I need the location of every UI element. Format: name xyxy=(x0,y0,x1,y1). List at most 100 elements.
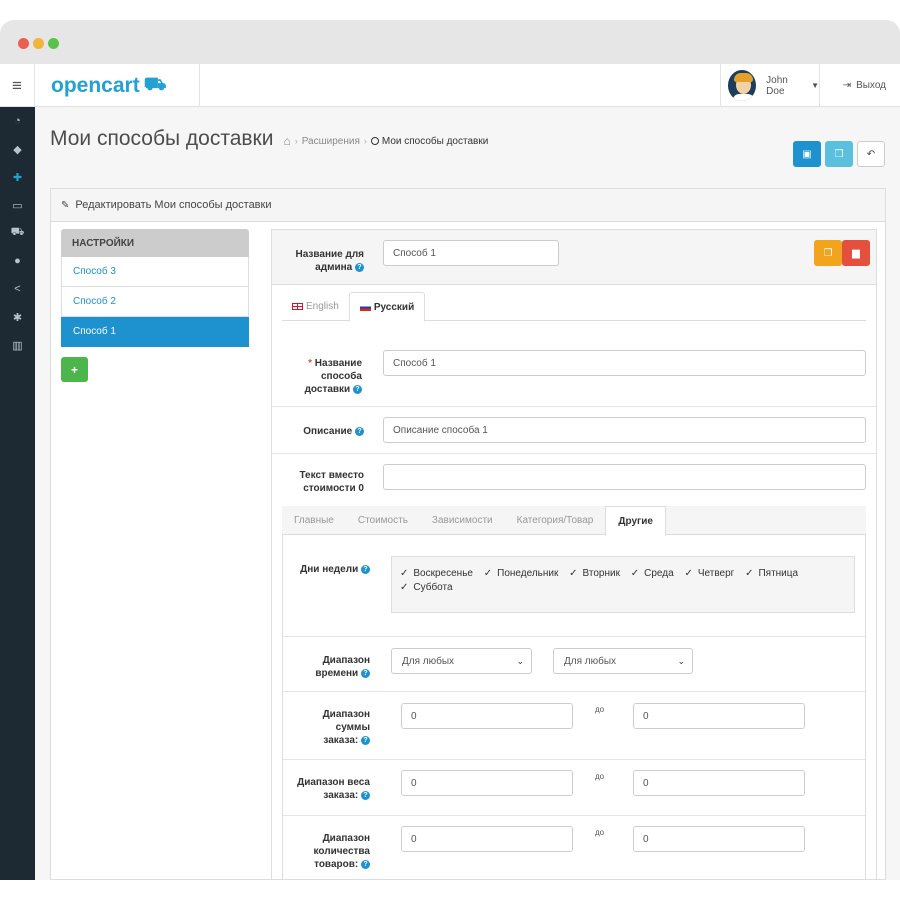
admin-name-input[interactable]: Способ 1 xyxy=(383,240,559,266)
panel-heading: ✎ Редактировать Мои способы доставки xyxy=(51,189,885,222)
desktop-icon[interactable]: ▭ xyxy=(0,191,35,219)
logout-link[interactable]: ⇥ Выход xyxy=(843,64,886,107)
to-label: до xyxy=(595,772,605,781)
check-icon: ✓ xyxy=(483,568,493,579)
zero-cost-label: Текст вместо стоимости 0 xyxy=(299,470,364,494)
description-label: Описание ? xyxy=(282,425,364,438)
weekday-checkbox[interactable]: ✓ Вторник xyxy=(569,567,620,581)
breadcrumb: ⌂ › Расширения › Мои способы доставки xyxy=(283,134,489,148)
method-item-1[interactable]: Способ 1 xyxy=(61,317,249,347)
bar-chart-icon[interactable]: ▥ xyxy=(0,331,35,359)
sum-range-row: Диапазон суммы заказа: ? 0 до 0 xyxy=(283,692,865,760)
weekdays-row: Дни недели ? ✓ Воскресенье ✓ Понедельник ✓… xyxy=(283,535,865,637)
tag-icon[interactable]: ◆ xyxy=(0,135,35,163)
admin-name-row: Название для админа ? Способ 1 ❐ ▆ xyxy=(272,230,876,285)
help-icon: ? xyxy=(361,668,370,678)
copy-button[interactable]: ❐ xyxy=(825,141,853,167)
breadcrumb-current[interactable]: Мои способы доставки xyxy=(370,136,488,147)
method-name-input[interactable]: Способ 1 xyxy=(383,350,866,376)
shopping-cart-icon[interactable]: ⛟ xyxy=(0,219,35,247)
back-button[interactable]: ↶ xyxy=(857,141,885,167)
top-header: ≡ opencart ⛟ John Doe ▼ ⇥ Выход xyxy=(0,64,900,107)
method-name-row: * Название способа доставки ? Способ 1 xyxy=(272,321,876,407)
time-range-row: Диапазон времени ? Для любых ⌄ Для любых ⌄ xyxy=(283,637,865,692)
logo-text: opencart xyxy=(51,73,140,97)
user-menu[interactable]: John Doe ▼ xyxy=(720,64,820,107)
weekday-checkbox[interactable]: ✓ Суббота xyxy=(400,581,453,595)
plus-icon: + xyxy=(70,362,78,377)
methods-list: НАСТРОЙКИ Способ 3 Способ 2 Способ 1 + xyxy=(61,229,249,382)
qty-to-input[interactable]: 0 xyxy=(633,826,805,852)
description-input[interactable]: Описание способа 1 xyxy=(383,417,866,443)
tab-main[interactable]: Главные xyxy=(282,506,346,535)
tab-category-product[interactable]: Категория/Товар xyxy=(505,506,606,535)
to-label: до xyxy=(595,828,605,837)
caret-down-icon: ▼ xyxy=(811,81,819,90)
settings-subtabs: Главные Стоимость Зависимости Категория/… xyxy=(282,506,866,536)
zero-cost-input[interactable] xyxy=(383,464,866,490)
sum-to-input[interactable]: 0 xyxy=(633,703,805,729)
help-icon: ? xyxy=(355,426,364,436)
weekday-checkbox[interactable]: ✓ Пятница xyxy=(745,567,798,581)
weight-to-input[interactable]: 0 xyxy=(633,770,805,796)
header-actions: ▣ ❐ ↶ xyxy=(789,141,885,167)
copy-method-button[interactable]: ❐ xyxy=(814,240,842,266)
puzzle-icon[interactable]: ✚ xyxy=(0,163,35,191)
cog-icon[interactable]: ✱ xyxy=(0,303,35,331)
chevron-down-icon: ⌄ xyxy=(516,656,524,666)
minimize-window-dot[interactable] xyxy=(33,38,44,49)
method-item-3[interactable]: Способ 3 xyxy=(61,257,249,287)
tab-russian[interactable]: Русский xyxy=(348,292,426,322)
check-icon: ✓ xyxy=(569,568,578,579)
save-button[interactable]: ▣ xyxy=(793,141,821,167)
language-tabs: English Русский xyxy=(282,292,866,322)
time-to-select[interactable]: Для любых ⌄ xyxy=(553,648,693,674)
logout-label: Выход xyxy=(856,80,886,91)
weekdays-label: Дни недели ? xyxy=(293,563,370,576)
settings-heading[interactable]: НАСТРОЙКИ xyxy=(61,229,249,257)
weight-range-row: Диапазон веса заказа: ? 0 до 0 xyxy=(283,760,865,816)
method-form: Название для админа ? Способ 1 ❐ ▆ Engli… xyxy=(271,229,877,879)
tab-english[interactable]: English xyxy=(282,292,349,321)
tab-other[interactable]: Другие xyxy=(605,506,666,536)
opencart-logo[interactable]: opencart ⛟ xyxy=(35,64,200,107)
tab-dependencies[interactable]: Зависимости xyxy=(420,506,505,535)
tab-cost[interactable]: Стоимость xyxy=(346,506,420,535)
admin-name-label: Название для админа ? xyxy=(295,249,364,273)
zero-cost-row: Текст вместо стоимости 0 xyxy=(272,454,876,506)
method-item-2[interactable]: Способ 2 xyxy=(61,287,249,317)
weekday-checkbox[interactable]: ✓ Воскресенье xyxy=(400,567,473,581)
user-icon[interactable]: ● xyxy=(0,247,35,275)
weight-from-input[interactable]: 0 xyxy=(401,770,573,796)
maximize-window-dot[interactable] xyxy=(48,38,59,49)
method-name-label: * Название способа доставки ? xyxy=(304,358,362,395)
weekday-checkbox[interactable]: ✓ Понедельник xyxy=(484,567,559,581)
add-method-button[interactable]: + xyxy=(61,357,88,382)
edit-panel: ✎ Редактировать Мои способы доставки НАС… xyxy=(50,188,886,880)
weight-range-label: Диапазон веса заказа: ? xyxy=(297,777,370,801)
check-icon: ✓ xyxy=(400,582,409,593)
page-title: Мои способы доставки xyxy=(50,127,274,150)
share-icon[interactable]: < xyxy=(0,275,35,303)
help-icon: ? xyxy=(355,262,364,272)
weekdays-checklist: ✓ Воскресенье ✓ Понедельник ✓ Вторник ✓ Сред… xyxy=(391,556,855,613)
weekday-checkbox[interactable]: ✓ Среда xyxy=(631,567,674,581)
time-from-select[interactable]: Для любых ⌄ xyxy=(391,648,532,674)
side-navigation: ◔ ◆ ✚ ▭ ⛟ ● < ✱ ▥ xyxy=(0,107,35,880)
weekday-checkbox[interactable]: ✓ Четверг xyxy=(684,567,734,581)
delete-method-button[interactable]: ▆ xyxy=(842,240,870,266)
sum-from-input[interactable]: 0 xyxy=(401,703,573,729)
sum-range-label: Диапазон суммы заказа: ? xyxy=(322,709,370,746)
pencil-icon: ✎ xyxy=(61,199,70,211)
chevron-down-icon: ⌄ xyxy=(677,656,685,666)
close-window-dot[interactable] xyxy=(18,38,29,49)
menu-toggle-icon[interactable]: ≡ xyxy=(0,64,35,107)
qty-from-input[interactable]: 0 xyxy=(401,826,573,852)
to-label: до xyxy=(595,705,605,714)
main-content: Мои способы доставки ⌂ › Расширения › Мо… xyxy=(35,107,900,880)
dashboard-icon[interactable]: ◔ xyxy=(0,107,35,135)
russia-flag-icon xyxy=(359,303,371,311)
home-icon[interactable]: ⌂ xyxy=(283,134,290,148)
help-icon: ? xyxy=(361,790,370,800)
breadcrumb-extensions[interactable]: Расширения xyxy=(302,136,360,147)
